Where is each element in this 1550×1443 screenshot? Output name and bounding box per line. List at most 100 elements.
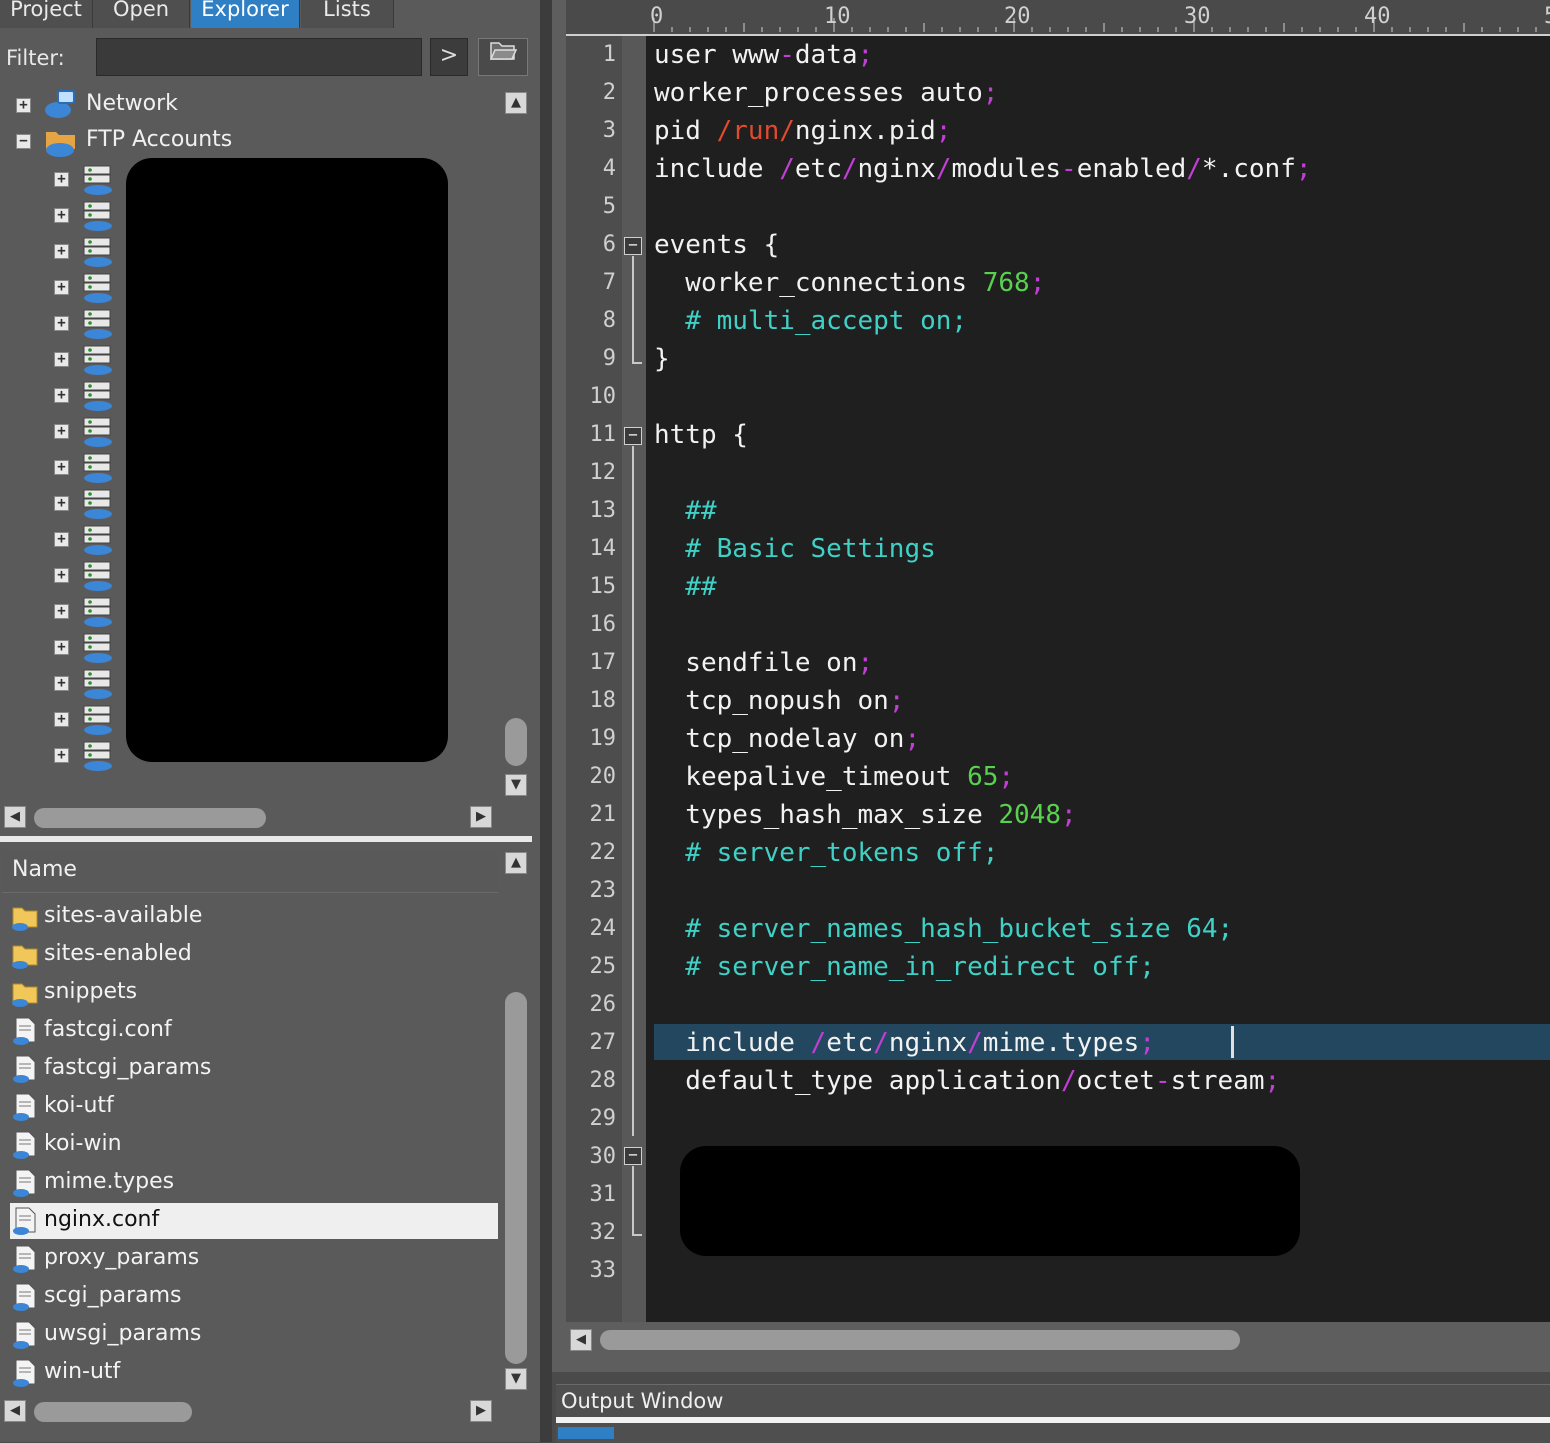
expand-network-toggle[interactable]: +: [16, 98, 31, 113]
files-scroll-right-button[interactable]: ▶: [470, 1400, 492, 1422]
files-scroll-left-button[interactable]: ◀: [4, 1400, 26, 1422]
filter-input[interactable]: [96, 38, 422, 76]
tree-scroll-right-button[interactable]: ▶: [470, 806, 492, 828]
file-row[interactable]: fastcgi_params: [10, 1051, 498, 1087]
fold-toggle-http[interactable]: −: [624, 427, 642, 445]
code-line[interactable]: pid /run/nginx.pid;: [654, 116, 951, 146]
expand-ftp-account-toggle[interactable]: +: [54, 568, 69, 583]
code-line[interactable]: user www-data;: [654, 40, 873, 70]
code-line[interactable]: worker_connections 768;: [654, 268, 1045, 298]
code-line[interactable]: ##: [654, 496, 716, 526]
tree-network-label[interactable]: Network: [86, 91, 178, 116]
expand-ftp-account-toggle[interactable]: +: [54, 640, 69, 655]
code-line[interactable]: # Basic Settings: [654, 534, 935, 564]
ruler-number: 30: [1184, 4, 1211, 29]
tree-hscroll-thumb[interactable]: [34, 808, 266, 828]
line-number: 16: [589, 612, 617, 637]
code-line[interactable]: types_hash_max_size 2048;: [654, 800, 1077, 830]
collapse-ftp-toggle[interactable]: −: [16, 134, 31, 149]
open-folder-button[interactable]: [478, 38, 528, 76]
files-column-header-name[interactable]: Name: [2, 850, 498, 893]
line-number: 31: [589, 1182, 617, 1207]
code-line[interactable]: ##: [654, 572, 716, 602]
code-line[interactable]: }: [654, 344, 670, 374]
tree-scroll-left-button[interactable]: ◀: [4, 806, 26, 828]
code-line[interactable]: tcp_nopush on;: [654, 686, 904, 716]
expand-ftp-account-toggle[interactable]: +: [54, 604, 69, 619]
code-line[interactable]: keepalive_timeout 65;: [654, 762, 1014, 792]
files-scroll-up-button[interactable]: ▲: [505, 852, 527, 874]
output-window-tab-indicator[interactable]: [558, 1427, 614, 1439]
expand-ftp-account-toggle[interactable]: +: [54, 280, 69, 295]
file-row[interactable]: win-utf: [10, 1355, 498, 1391]
folder-row[interactable]: sites-enabled: [10, 937, 498, 973]
fold-margin[interactable]: [622, 36, 646, 1322]
code-line[interactable]: # multi_accept on;: [654, 306, 967, 336]
file-row[interactable]: nginx.conf: [10, 1203, 498, 1239]
files-hscroll-thumb[interactable]: [34, 1402, 192, 1422]
expand-ftp-account-toggle[interactable]: +: [54, 424, 69, 439]
code-line[interactable]: events {: [654, 230, 779, 260]
code-line[interactable]: http {: [654, 420, 748, 450]
code-line[interactable]: # server_names_hash_bucket_size 64;: [654, 914, 1233, 944]
expand-ftp-account-toggle[interactable]: +: [54, 316, 69, 331]
file-row[interactable]: scgi_params: [10, 1279, 498, 1315]
tab-lists[interactable]: Lists: [301, 0, 394, 28]
line-number: 26: [589, 992, 617, 1017]
code-line[interactable]: include /etc/nginx/mime.types;: [654, 1028, 1155, 1058]
code-token: modules: [951, 154, 1062, 184]
tab-project[interactable]: Project: [0, 0, 93, 28]
expand-ftp-account-toggle[interactable]: +: [54, 208, 69, 223]
folder-row[interactable]: snippets: [10, 975, 498, 1011]
pane-divider[interactable]: [0, 836, 532, 842]
files-scroll-down-button[interactable]: ▼: [505, 1368, 527, 1390]
expand-ftp-account-toggle[interactable]: +: [54, 532, 69, 547]
remote-file-icon: [13, 1245, 36, 1273]
output-window[interactable]: Output Window: [556, 1384, 1550, 1443]
tab-explorer[interactable]: Explorer: [191, 0, 300, 28]
code-token: default_type application: [654, 1066, 1061, 1096]
tree-scroll-down-button[interactable]: ▼: [505, 774, 527, 796]
expand-ftp-account-toggle[interactable]: +: [54, 244, 69, 259]
expand-ftp-account-toggle[interactable]: +: [54, 352, 69, 367]
expand-ftp-account-toggle[interactable]: +: [54, 388, 69, 403]
editor-hscroll-thumb[interactable]: [600, 1330, 1240, 1350]
fold-toggle-events[interactable]: −: [624, 237, 642, 255]
line-number: 3: [602, 118, 616, 143]
code-token: ;: [1061, 800, 1077, 830]
file-row[interactable]: koi-win: [10, 1127, 498, 1163]
expand-ftp-account-toggle[interactable]: +: [54, 172, 69, 187]
expand-ftp-account-toggle[interactable]: +: [54, 676, 69, 691]
tree-vscroll-thumb[interactable]: [505, 718, 527, 766]
file-row[interactable]: mime.types: [10, 1165, 498, 1201]
files-vscroll-thumb[interactable]: [505, 992, 527, 1364]
tree-scroll-up-button[interactable]: ▲: [505, 92, 527, 114]
code-line[interactable]: # server_name_in_redirect off;: [654, 952, 1155, 982]
code-line[interactable]: tcp_nodelay on;: [654, 724, 920, 754]
editor-scroll-left-button[interactable]: ◀: [570, 1329, 592, 1351]
code-line[interactable]: sendfile on;: [654, 648, 873, 678]
code-line[interactable]: include /etc/nginx/modules-enabled/*.con…: [654, 154, 1312, 184]
vertical-splitter[interactable]: [540, 0, 552, 1442]
expand-ftp-account-toggle[interactable]: +: [54, 712, 69, 727]
file-row[interactable]: uwsgi_params: [10, 1317, 498, 1353]
code-area[interactable]: [646, 36, 1550, 1322]
code-token: worker_connections: [654, 268, 983, 298]
line-number: 4: [602, 156, 616, 181]
expand-ftp-account-toggle[interactable]: +: [54, 496, 69, 511]
code-line[interactable]: # server_tokens off;: [654, 838, 998, 868]
file-row[interactable]: koi-utf: [10, 1089, 498, 1125]
expand-ftp-account-toggle[interactable]: +: [54, 460, 69, 475]
filter-go-button[interactable]: >: [430, 38, 468, 76]
folder-row[interactable]: sites-available: [10, 899, 498, 935]
tab-open[interactable]: Open: [93, 0, 190, 28]
code-token: *.conf: [1201, 154, 1296, 184]
file-row[interactable]: proxy_params: [10, 1241, 498, 1277]
tree-ftp-accounts-label[interactable]: FTP Accounts: [86, 127, 232, 152]
file-name-label: proxy_params: [44, 1245, 200, 1270]
file-row[interactable]: fastcgi.conf: [10, 1013, 498, 1049]
expand-ftp-account-toggle[interactable]: +: [54, 748, 69, 763]
fold-toggle-block[interactable]: −: [624, 1147, 642, 1165]
code-line[interactable]: default_type application/octet-stream;: [654, 1066, 1280, 1096]
code-line[interactable]: worker_processes auto;: [654, 78, 998, 108]
